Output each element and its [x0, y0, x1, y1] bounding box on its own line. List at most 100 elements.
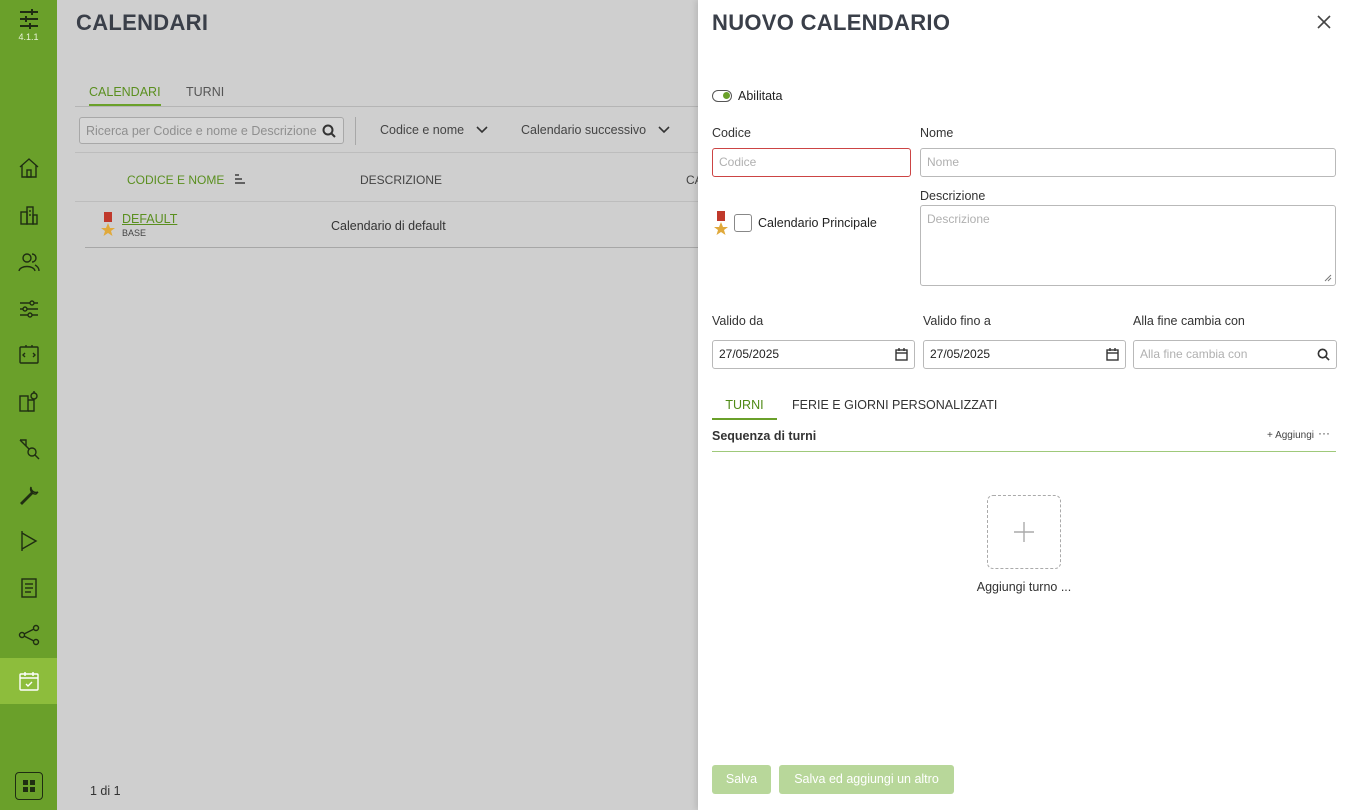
calendar-icon: [18, 672, 39, 691]
drawer-subtabs: TURNI FERIE E GIORNI PERSONALIZZATI: [712, 392, 1336, 420]
divider: [355, 117, 356, 145]
table-row[interactable]: DEFAULT BASE Calendario di default: [85, 202, 715, 248]
plus-icon: [1014, 522, 1034, 542]
search-placeholder: Ricerca per Codice e nome e Descrizione: [86, 124, 317, 138]
flag-icon: [20, 531, 37, 551]
sliders-logo-icon: [19, 9, 38, 29]
table-header: CODICE E NOME DESCRIZIONE CA: [75, 152, 715, 202]
home-icon: [19, 158, 38, 178]
codice-label: Codice: [712, 126, 751, 140]
filter-label: Codice e nome: [380, 123, 465, 137]
flow-icon: [19, 439, 39, 460]
alla-fine-placeholder: Alla fine cambia con: [1140, 347, 1248, 361]
calendario-principale-label: Calendario Principale: [758, 216, 877, 230]
valido-da-value: 27/05/2025: [719, 347, 780, 361]
filter-calendario-successivo[interactable]: Calendario successivo: [521, 123, 670, 137]
toggle-label: Abilitata: [738, 89, 783, 103]
subtab-ferie[interactable]: FERIE E GIORNI PERSONALIZZATI: [792, 398, 997, 412]
nav-share[interactable]: [0, 613, 57, 657]
add-label: Aggiungi: [1275, 430, 1314, 441]
nav-devices[interactable]: [0, 380, 57, 424]
plus-icon: +: [1267, 430, 1276, 441]
valido-fino-input[interactable]: 27/05/2025: [923, 340, 1126, 369]
pager: 1 di 1: [90, 784, 121, 798]
save-button[interactable]: Salva: [712, 765, 771, 794]
more-options-button[interactable]: ···: [1318, 426, 1330, 440]
nav-settings[interactable]: [0, 287, 57, 331]
nav-flag[interactable]: [0, 519, 57, 563]
filter-label: Calendario successivo: [521, 123, 647, 137]
app-version: 4.1.1: [18, 32, 39, 42]
medal-icon: [714, 211, 728, 235]
save-add-another-button[interactable]: Salva ed aggiungi un altro: [779, 765, 954, 794]
sort-icon[interactable]: [234, 174, 246, 184]
row-subtitle: BASE: [122, 228, 147, 238]
sequence-title: Sequenza di turni: [712, 429, 817, 443]
tab-calendari[interactable]: CALENDARI: [89, 85, 161, 106]
descrizione-label: Descrizione: [920, 189, 986, 203]
row-description: Calendario di default: [331, 219, 446, 233]
alla-fine-label: Alla fine cambia con: [1133, 314, 1245, 328]
valido-fino-value: 27/05/2025: [930, 347, 991, 361]
tab-turni[interactable]: TURNI: [186, 85, 224, 99]
add-sequence-button[interactable]: + Aggiungi: [1267, 430, 1314, 441]
nav-flow[interactable]: [0, 427, 57, 471]
nome-placeholder: Nome: [927, 155, 960, 169]
chevron-down-icon: [657, 126, 670, 134]
resize-handle-icon[interactable]: [1324, 274, 1332, 282]
add-shift-box[interactable]: [987, 495, 1061, 569]
add-shift-label: Aggiungi turno ...: [976, 580, 1072, 594]
calendario-principale-option[interactable]: Calendario Principale: [714, 211, 877, 235]
column-descrizione[interactable]: DESCRIZIONE: [360, 173, 442, 187]
calendar-picker-icon[interactable]: [1106, 348, 1119, 361]
apps-grid-button[interactable]: [15, 772, 43, 800]
chevron-down-icon: [475, 126, 488, 134]
enabled-toggle[interactable]: Abilitata: [712, 89, 782, 103]
screen-icon: [18, 345, 39, 364]
building-icon: [19, 206, 38, 225]
calendario-principale-checkbox[interactable]: [734, 214, 752, 232]
nav-tools[interactable]: [0, 473, 57, 517]
codice-placeholder: Codice: [719, 155, 757, 169]
nav-calendar[interactable]: [0, 658, 57, 704]
medal-icon: [101, 212, 115, 236]
document-icon: [20, 578, 37, 598]
search-input[interactable]: Ricerca per Codice e nome e Descrizione: [79, 117, 344, 144]
descrizione-textarea[interactable]: Descrizione: [920, 205, 1336, 286]
nav-document[interactable]: [0, 566, 57, 610]
sequence-header: Sequenza di turni + Aggiungi ···: [712, 426, 1336, 452]
sliders-icon: [19, 300, 38, 318]
page-title: CALENDARI: [76, 10, 209, 35]
nav-screen[interactable]: [0, 333, 57, 377]
nav-home[interactable]: [0, 146, 57, 190]
main-content: CALENDARI CALENDARI TURNI Ricerca per Co…: [57, 0, 715, 810]
alla-fine-input[interactable]: Alla fine cambia con: [1133, 340, 1337, 369]
search-icon[interactable]: [1317, 348, 1330, 361]
nome-input[interactable]: Nome: [920, 148, 1336, 177]
page-tabs: CALENDARI TURNI: [75, 82, 715, 107]
app-logo[interactable]: 4.1.1: [0, 8, 57, 42]
devices-icon: [18, 391, 38, 412]
nav-users[interactable]: [0, 240, 57, 284]
new-calendar-drawer: NUOVO CALENDARIO Abilitata Codice Codice…: [698, 0, 1350, 810]
close-icon[interactable]: [1314, 12, 1334, 32]
wrench-icon: [19, 486, 38, 505]
toggle-switch[interactable]: [712, 90, 732, 102]
column-label: CODICE E NOME: [127, 173, 225, 187]
grid-icon: [23, 780, 35, 792]
valido-da-label: Valido da: [712, 314, 764, 328]
nav-building[interactable]: [0, 193, 57, 237]
nome-label: Nome: [920, 126, 954, 140]
descrizione-placeholder: Descrizione: [927, 212, 990, 226]
search-icon[interactable]: [322, 124, 336, 138]
valido-fino-label: Valido fino a: [923, 314, 991, 328]
filter-codice-nome[interactable]: Codice e nome: [380, 123, 488, 137]
column-codice-nome[interactable]: CODICE E NOME: [127, 173, 246, 187]
calendar-picker-icon[interactable]: [895, 348, 908, 361]
subtab-turni[interactable]: TURNI: [712, 398, 777, 420]
valido-da-input[interactable]: 27/05/2025: [712, 340, 915, 369]
drawer-title: NUOVO CALENDARIO: [712, 10, 951, 35]
codice-input[interactable]: Codice: [712, 148, 911, 177]
toggle-knob: [723, 92, 730, 99]
row-code-link[interactable]: DEFAULT: [122, 212, 177, 226]
